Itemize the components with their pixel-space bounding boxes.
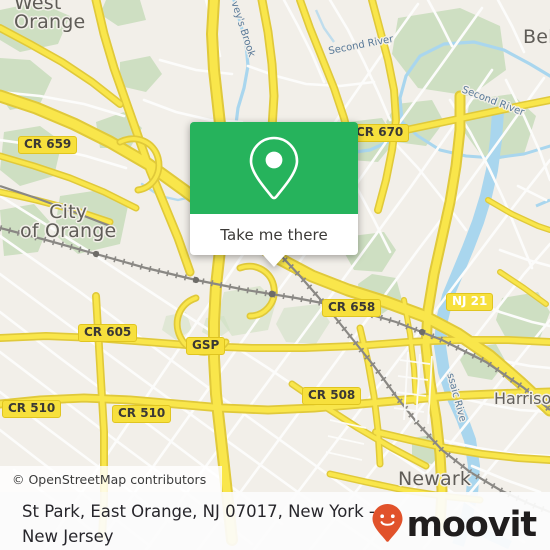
location-popup[interactable]: Take me there (190, 122, 358, 267)
take-me-there-button[interactable]: Take me there (220, 226, 328, 244)
road-shield-cr510-west[interactable]: CR 510 (2, 400, 62, 418)
moovit-wordmark: moovit (406, 505, 537, 545)
road-shield-gsp[interactable]: GSP (186, 337, 226, 355)
map-attribution: © OpenStreetMap contributors (0, 466, 222, 492)
popup-tail (263, 255, 285, 267)
road-shield-cr510-east[interactable]: CR 510 (112, 405, 172, 423)
popup-header (190, 122, 358, 214)
map-pin-icon (246, 134, 302, 202)
popup-body[interactable]: Take me there (190, 214, 358, 267)
moovit-logo[interactable]: moovit (371, 503, 537, 548)
moovit-pin-smile-icon (371, 503, 404, 548)
road-shield-cr659[interactable]: CR 659 (18, 136, 78, 154)
road-shield-nj21[interactable]: NJ 21 (446, 293, 494, 311)
road-shield-cr670[interactable]: CR 670 (350, 124, 410, 142)
road-shield-cr508[interactable]: CR 508 (302, 387, 362, 405)
caption-bar: St Park, East Orange, NJ 07017, New York… (0, 492, 550, 550)
road-shield-cr605[interactable]: CR 605 (78, 324, 138, 342)
location-title: St Park, East Orange, NJ 07017, New York… (22, 502, 375, 546)
map-screenshot: West Orange City of Orange Bell Newark H… (0, 0, 550, 550)
road-shield-cr658[interactable]: CR 658 (322, 299, 382, 317)
attribution-text[interactable]: © OpenStreetMap contributors (12, 472, 206, 487)
